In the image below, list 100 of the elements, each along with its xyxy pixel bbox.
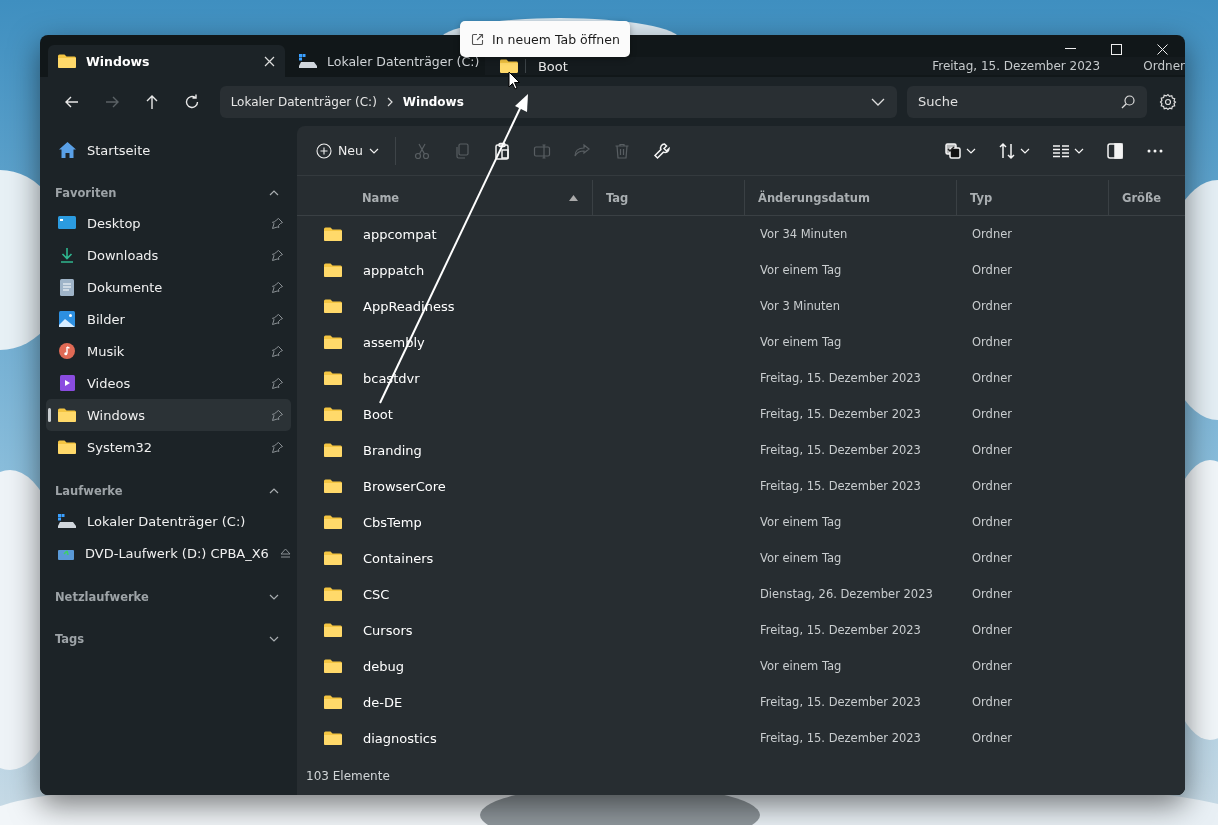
drive-icon — [58, 514, 76, 528]
pin-icon[interactable] — [272, 281, 283, 293]
collapse-toggle[interactable] — [269, 488, 279, 494]
file-type: Ordner — [1143, 59, 1185, 73]
minimize-icon — [1064, 48, 1076, 50]
chevron-right-icon — [386, 96, 393, 107]
pin-icon[interactable] — [272, 345, 283, 357]
modified-date: Freitag, 15. Dezember 2023 — [932, 59, 1102, 73]
breadcrumb[interactable]: Lokaler Datenträger (C:) — [230, 94, 377, 109]
section-heading: Netzlaufwerke — [55, 590, 149, 604]
file-type: Ordner — [972, 335, 1012, 349]
file-type: Ordner — [972, 407, 1012, 421]
file-name[interactable]: Branding — [363, 442, 422, 458]
file-name[interactable]: Boot — [363, 406, 393, 422]
folder-icon — [324, 299, 342, 313]
cursor-icon — [508, 71, 520, 90]
folder-icon — [324, 371, 342, 385]
sidebar-item[interactable]: System32 — [46, 431, 291, 463]
column-header[interactable]: Größe — [1108, 180, 1185, 216]
sidebar-item[interactable]: Musik — [46, 335, 291, 367]
rename-icon — [532, 141, 551, 160]
sidebar-item[interactable]: Startseite — [46, 134, 291, 166]
modified-date: Vor 34 Minuten — [760, 227, 848, 241]
more-icon — [1147, 148, 1163, 153]
collapse-toggle[interactable] — [269, 594, 279, 600]
wrench-icon — [652, 141, 671, 160]
file-name[interactable]: appcompat — [363, 226, 437, 242]
sidebar-item[interactable]: Desktop — [46, 207, 291, 239]
eject-icon[interactable] — [279, 548, 291, 558]
file-type: Ordner — [972, 731, 1012, 745]
column-header[interactable]: Typ — [956, 180, 1108, 216]
file-type: Ordner — [972, 371, 1012, 385]
sidebar-item[interactable]: Videos — [46, 367, 291, 399]
file-name[interactable]: apppatch — [363, 262, 425, 278]
folder-icon — [324, 659, 342, 673]
folder-icon — [324, 731, 342, 745]
search-field[interactable]: Suche — [907, 85, 1148, 118]
caret-icon[interactable] — [368, 147, 379, 154]
file-type: Ordner — [972, 659, 1012, 673]
file-name: Boot — [537, 58, 569, 74]
file-name[interactable]: diagnostics — [363, 730, 437, 746]
modified-date: Vor einem Tag — [760, 335, 842, 349]
tooltip: In neuem Tab öffnen — [460, 21, 630, 57]
file-type: Ordner — [972, 623, 1012, 637]
modified-date: Freitag, 15. Dezember 2023 — [760, 443, 921, 457]
address-bar[interactable]: Lokaler Datenträger (C:) Windows — [219, 85, 898, 118]
breadcrumb[interactable]: Windows — [402, 94, 464, 109]
file-name[interactable]: CbsTemp — [363, 514, 422, 530]
file-name[interactable]: BrowserCore — [363, 478, 446, 494]
music-icon — [59, 343, 75, 359]
pin-icon[interactable] — [272, 409, 283, 421]
folder-icon — [58, 54, 76, 68]
caret-icon[interactable] — [1074, 147, 1084, 154]
sidebar-item[interactable]: Downloads — [46, 239, 291, 271]
download-icon — [59, 247, 75, 263]
pin-icon[interactable] — [272, 377, 283, 389]
settings-icon[interactable] — [1159, 92, 1177, 111]
file-type: Ordner — [972, 299, 1012, 313]
sidebar-item[interactable]: Windows — [46, 399, 291, 431]
document-icon — [60, 278, 74, 296]
file-name[interactable]: Containers — [363, 550, 434, 566]
column-header[interactable]: Name — [297, 180, 592, 216]
new-button[interactable]: Neu — [312, 138, 383, 163]
picture-icon — [59, 311, 75, 327]
collapse-toggle[interactable] — [269, 636, 279, 642]
folder-icon — [324, 335, 342, 349]
section-heading: Tags — [55, 632, 85, 646]
modified-date: Freitag, 15. Dezember 2023 — [760, 623, 921, 637]
pin-icon[interactable] — [272, 217, 283, 229]
sidebar-item[interactable]: Lokaler Datenträger (C:) — [46, 505, 291, 537]
collapse-toggle[interactable] — [269, 190, 279, 196]
folder-icon — [58, 440, 76, 454]
file-type: Ordner — [972, 443, 1012, 457]
pin-icon[interactable] — [272, 313, 283, 325]
file-name[interactable]: Cursors — [363, 622, 413, 638]
column-header[interactable]: Tag — [592, 180, 744, 216]
pin-icon[interactable] — [272, 249, 283, 261]
sidebar-item[interactable]: Dokumente — [46, 271, 291, 303]
tab[interactable]: Windows — [48, 45, 285, 77]
file-name[interactable]: debug — [363, 658, 404, 674]
scissors-icon — [412, 141, 431, 160]
sidebar-item[interactable]: Bilder — [46, 303, 291, 335]
pin-icon[interactable] — [272, 441, 283, 453]
caret-icon[interactable] — [966, 147, 976, 154]
modified-date: Vor einem Tag — [760, 551, 842, 565]
file-type: Ordner — [972, 515, 1012, 529]
checkbox-icon — [944, 141, 962, 160]
file-type: Ordner — [972, 479, 1012, 493]
sidebar-item[interactable]: DVD-Laufwerk (D:) CPBA_X6 — [46, 537, 291, 569]
drive-icon — [299, 54, 317, 68]
file-name[interactable]: CSC — [363, 586, 390, 602]
chevron-down-icon[interactable] — [871, 97, 886, 106]
folder-icon — [58, 408, 76, 422]
file-name[interactable]: de-DE — [363, 694, 403, 710]
modified-date: Vor 3 Minuten — [760, 299, 840, 313]
modified-date: Freitag, 15. Dezember 2023 — [760, 407, 921, 421]
close-icon[interactable] — [264, 55, 275, 67]
folder-icon — [324, 443, 342, 457]
caret-icon[interactable] — [1020, 147, 1030, 154]
column-header[interactable]: Änderungsdatum — [744, 180, 956, 216]
